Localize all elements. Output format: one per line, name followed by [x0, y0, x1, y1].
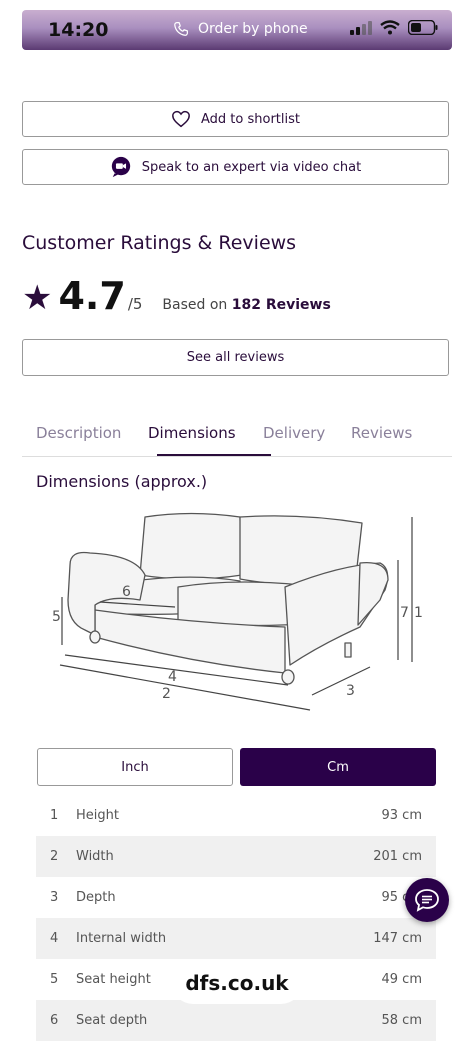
browser-url-bar[interactable]: dfs.co.uk	[172, 962, 302, 1004]
diagram-label-2: 2	[162, 686, 171, 702]
tab-reviews[interactable]: Reviews	[351, 424, 412, 442]
video-chat-label: Speak to an expert via video chat	[141, 159, 362, 175]
table-row: 6 Seat depth 58 cm	[36, 1000, 436, 1041]
tab-delivery[interactable]: Delivery	[263, 424, 325, 442]
row-number: 2	[50, 849, 59, 864]
table-row: 4 Internal width 147 cm	[36, 918, 436, 959]
heart-icon	[172, 110, 190, 128]
row-value: 93 cm	[381, 808, 423, 823]
unit-inch-button[interactable]: Inch	[37, 748, 233, 786]
diagram-label-1: 1	[414, 605, 423, 621]
see-all-reviews-button[interactable]: See all reviews	[22, 339, 449, 376]
rating-max: /5	[127, 295, 143, 313]
row-label: Height	[76, 808, 119, 823]
row-label: Width	[76, 849, 114, 864]
see-all-reviews-label: See all reviews	[186, 350, 285, 365]
row-value: 49 cm	[381, 972, 423, 987]
battery-icon	[408, 20, 438, 35]
signal-icon	[350, 20, 372, 35]
chat-bubble-icon	[415, 889, 439, 912]
row-value: 201 cm	[373, 849, 422, 864]
row-value: 147 cm	[373, 931, 422, 946]
wifi-icon	[380, 20, 400, 35]
dimensions-table: 1 Height 93 cm 2 Width 201 cm 3 Depth 95…	[36, 795, 436, 1041]
diagram-label-6: 6	[122, 584, 131, 600]
diagram-label-5: 5	[52, 609, 61, 625]
table-row: 3 Depth 95 cm	[36, 877, 436, 918]
row-number: 1	[50, 808, 59, 823]
diagram-label-4: 4	[168, 669, 177, 685]
row-number: 5	[50, 972, 59, 987]
row-label: Depth	[76, 890, 116, 905]
row-value: 58 cm	[381, 1013, 423, 1028]
row-number: 3	[50, 890, 59, 905]
dimensions-heading: Dimensions (approx.)	[36, 472, 208, 491]
unit-cm-button[interactable]: Cm	[240, 748, 436, 786]
row-label: Seat depth	[76, 1013, 148, 1028]
order-by-phone-link[interactable]: Order by phone	[172, 20, 308, 38]
row-label: Seat height	[76, 972, 151, 987]
video-chat-icon	[111, 156, 130, 178]
reviews-heading: Customer Ratings & Reviews	[22, 232, 297, 254]
product-tabs: Description Dimensions Delivery Reviews	[22, 420, 452, 457]
row-number: 4	[50, 931, 59, 946]
table-row: 1 Height 93 cm	[36, 795, 436, 836]
status-bar: 14:20 Order by phone	[22, 10, 452, 50]
rating-based-on: Based on 182 Reviews	[162, 297, 330, 313]
tab-dimensions[interactable]: Dimensions	[148, 424, 236, 442]
review-count: 182 Reviews	[231, 297, 331, 313]
tab-description[interactable]: Description	[36, 424, 121, 442]
order-by-phone-label: Order by phone	[198, 21, 308, 37]
phone-icon	[174, 22, 188, 36]
active-tab-indicator	[157, 454, 271, 456]
rating-value: 4.7	[58, 274, 126, 318]
diagram-label-7: 7	[400, 605, 409, 621]
rating-summary: ★ 4.7 /5 Based on 182 Reviews	[22, 274, 331, 318]
live-chat-button[interactable]	[405, 878, 449, 922]
video-chat-button[interactable]: Speak to an expert via video chat	[22, 149, 449, 185]
row-number: 6	[50, 1013, 59, 1028]
table-row: 2 Width 201 cm	[36, 836, 436, 877]
diagram-label-3: 3	[346, 683, 355, 699]
star-icon: ★	[22, 278, 53, 318]
sofa-dimensions-diagram: 1 2 3 4 5 6 7	[52, 512, 423, 711]
based-on-text: Based on	[162, 297, 228, 313]
add-to-shortlist-button[interactable]: Add to shortlist	[22, 101, 449, 137]
status-time: 14:20	[48, 19, 109, 41]
add-to-shortlist-label: Add to shortlist	[201, 111, 300, 127]
row-label: Internal width	[76, 931, 167, 946]
